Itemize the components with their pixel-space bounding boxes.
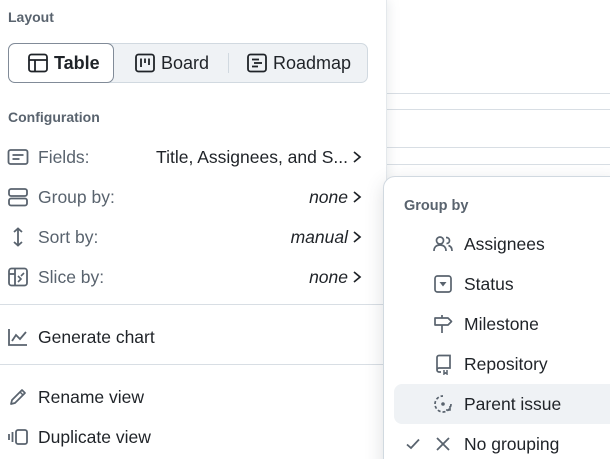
tab-roadmap-label: Roadmap [273,52,352,73]
group-by-submenu-title: Group by [404,198,469,214]
slice-icon [7,266,29,288]
check-icon [404,435,422,453]
chevron-right-icon [351,190,363,204]
chevron-right-icon [351,150,363,164]
layout-section-title: Layout [8,9,54,25]
group-by-option-status[interactable]: Status [394,264,610,304]
table-gridline [386,147,610,148]
arrow-both-vertical-icon [7,226,29,248]
table-gridline [386,164,610,165]
slice-by-value: none [309,266,348,287]
tab-board-label: Board [161,52,210,73]
people-icon [432,233,454,255]
roadmap-icon [246,52,268,74]
group-by-option-parent-issue[interactable]: Parent issue [394,384,610,424]
group-by-option-label: Repository [464,353,548,374]
menu-divider [0,304,386,305]
generate-chart-item[interactable]: Generate chart [0,317,386,357]
tab-separator [228,53,229,73]
group-by-option-assignees[interactable]: Assignees [394,224,610,264]
table-gridline [386,109,610,110]
duplicate-view-label: Duplicate view [38,426,151,447]
menu-divider [0,364,386,365]
fields-label: Fields: [38,146,90,167]
group-by-label: Group by: [38,186,115,207]
group-by-option-label: Status [464,273,514,294]
milestone-icon [432,313,454,335]
rename-view-item[interactable]: Rename view [0,377,386,417]
fields-value: Title, Assignees, and S... [156,146,348,167]
rename-view-label: Rename view [38,386,145,407]
slice-by-setting[interactable]: Slice by: none [0,257,386,297]
duplicate-view-item[interactable]: Duplicate view [0,417,386,457]
configuration-section-title: Configuration [8,109,100,125]
group-by-value: none [309,186,348,207]
board-icon [134,52,156,74]
group-by-option-label: Milestone [464,313,539,334]
group-by-option-label: Assignees [464,233,545,254]
tab-table[interactable]: Table [8,43,114,83]
single-select-icon [432,273,454,295]
sort-by-value: manual [290,226,348,247]
layout-switcher: Table Board Roadmap [8,43,368,83]
table-icon [27,52,49,74]
versions-icon [7,426,29,448]
sort-by-label: Sort by: [38,226,99,247]
group-by-option-label: Parent issue [464,393,562,414]
chevron-right-icon [351,270,363,284]
group-by-setting[interactable]: Group by: none [0,177,386,217]
generate-chart-label: Generate chart [38,326,155,347]
group-by-option-label: No grouping [464,433,560,454]
group-by-option-milestone[interactable]: Milestone [394,304,610,344]
issue-tracked-by-icon [432,393,454,415]
tab-board[interactable]: Board [134,43,209,83]
view-options-menu: Layout Table Board Roadmap Configuration [0,0,387,459]
group-by-option-no-grouping[interactable]: No grouping [394,424,610,459]
rows-icon [7,186,29,208]
note-icon [7,146,29,168]
fields-setting[interactable]: Fields: Title, Assignees, and S... [0,137,386,177]
x-icon [432,433,454,455]
sort-by-setting[interactable]: Sort by: manual [0,217,386,257]
graph-icon [7,326,29,348]
group-by-submenu: Group by Assignees Status Milestone Repo… [383,176,610,459]
repo-icon [432,353,454,375]
chevron-right-icon [351,230,363,244]
tab-roadmap[interactable]: Roadmap [246,43,351,83]
pencil-icon [7,386,29,408]
slice-by-label: Slice by: [38,266,105,287]
table-gridline [386,93,610,94]
tab-table-label: Table [54,52,100,73]
group-by-option-repository[interactable]: Repository [394,344,610,384]
